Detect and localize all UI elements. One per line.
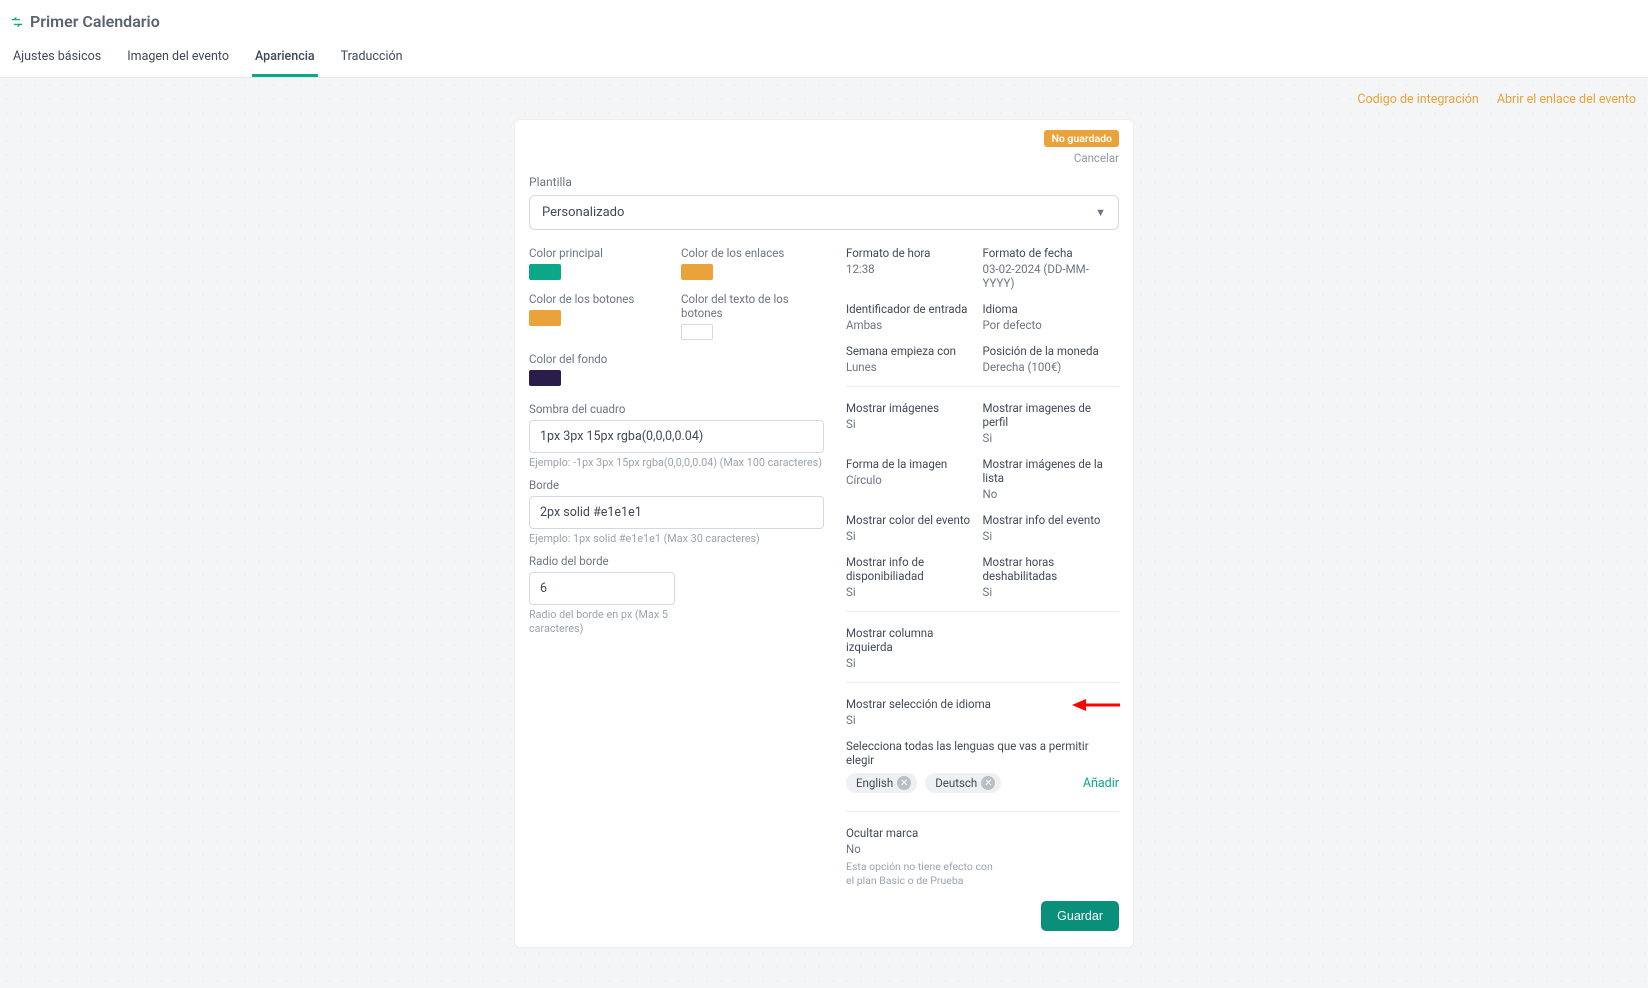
language-chip: Deutsch ✕ — [925, 773, 1001, 793]
divider — [846, 811, 1119, 812]
show-images-setting[interactable]: Mostrar imágenes Si — [846, 401, 983, 445]
box-shadow-helper: Ejemplo: -1px 3px 15px rgba(0,0,0,0.04) … — [529, 456, 824, 470]
cancel-link[interactable]: Cancelar — [529, 151, 1119, 165]
color-main-label: Color principal — [529, 246, 659, 260]
language-chip-label: English — [856, 776, 893, 790]
show-left-col-setting[interactable]: Mostrar columna izquierda Si — [846, 626, 983, 670]
workspace: Codigo de integración Abrir el enlace de… — [0, 78, 1648, 988]
color-links-swatch[interactable] — [681, 264, 713, 280]
template-select[interactable]: Personalizado ▼ — [529, 195, 1119, 230]
save-button[interactable]: Guardar — [1041, 901, 1119, 931]
template-value: Personalizado — [542, 205, 624, 220]
divider — [846, 611, 1119, 612]
page-header: Primer Calendario Ajustes básicos Imagen … — [0, 0, 1648, 78]
border-input[interactable] — [529, 496, 824, 529]
tab-0[interactable]: Ajustes básicos — [10, 41, 104, 77]
divider — [846, 386, 1119, 387]
integration-code-link[interactable]: Codigo de integración — [1357, 92, 1478, 107]
color-bg-swatch[interactable] — [529, 370, 561, 386]
right-column: Formato de hora 12:38 Formato de fecha 0… — [846, 246, 1119, 931]
color-links-label: Color de los enlaces — [681, 246, 811, 260]
remove-language-icon[interactable]: ✕ — [981, 776, 995, 790]
show-list-img-setting[interactable]: Mostrar imágenes de la lista No — [983, 457, 1120, 501]
tab-1[interactable]: Imagen del evento — [124, 41, 232, 77]
divider — [846, 682, 1119, 683]
language-chip-label: Deutsch — [935, 776, 977, 790]
tab-2[interactable]: Apariencia — [252, 41, 318, 77]
remove-language-icon[interactable]: ✕ — [897, 776, 911, 790]
show-avail-info-setting[interactable]: Mostrar info de disponibiliadad Si — [846, 555, 983, 599]
show-lang-sel-setting[interactable]: Mostrar selección de idioma Si — [846, 697, 1119, 727]
swap-icon — [10, 15, 24, 29]
color-bg-label: Color del fondo — [529, 352, 659, 366]
hide-brand-hint: Esta opción no tiene efecto con el plan … — [846, 860, 996, 887]
box-shadow-label: Sombra del cuadro — [529, 402, 824, 416]
color-main-swatch[interactable] — [529, 264, 561, 280]
color-buttons-label: Color de los botones — [529, 292, 659, 306]
box-shadow-input[interactable] — [529, 420, 824, 453]
week-start-setting[interactable]: Semana empieza con Lunes — [846, 344, 983, 374]
tabs: Ajustes básicos Imagen del evento Aparienc… — [10, 41, 1632, 77]
left-column: Color principal Color de los enlaces Col… — [529, 246, 824, 931]
border-label: Borde — [529, 478, 824, 492]
lang-prompt: Selecciona todas las lenguas que vas a p… — [846, 739, 1119, 767]
language-chips-row: English ✕ Deutsch ✕ Añadir — [846, 773, 1119, 793]
color-button-text-swatch[interactable] — [681, 324, 713, 340]
unsaved-badge: No guardado — [1044, 130, 1119, 147]
top-links: Codigo de integración Abrir el enlace de… — [0, 92, 1648, 107]
language-setting[interactable]: Idioma Por defecto — [983, 302, 1120, 332]
language-chip: English ✕ — [846, 773, 917, 793]
show-event-color-setting[interactable]: Mostrar color del evento Si — [846, 513, 983, 543]
radius-helper: Radio del borde en px (Max 5 caracteres) — [529, 608, 675, 636]
add-language-link[interactable]: Añadir — [1083, 776, 1119, 791]
chevron-down-icon: ▼ — [1095, 206, 1106, 219]
border-helper: Ejemplo: 1px solid #e1e1e1 (Max 30 carac… — [529, 532, 824, 546]
page-title: Primer Calendario — [30, 12, 160, 31]
show-event-info-setting[interactable]: Mostrar info del evento Si — [983, 513, 1120, 543]
time-format-setting[interactable]: Formato de hora 12:38 — [846, 246, 983, 290]
appearance-card: No guardado Cancelar Plantilla Personali… — [514, 119, 1134, 948]
color-buttons-swatch[interactable] — [529, 310, 561, 326]
tab-3[interactable]: Traducción — [338, 41, 406, 77]
template-label: Plantilla — [529, 175, 1119, 189]
color-button-text-label: Color del texto de los botones — [681, 292, 811, 320]
show-profile-setting[interactable]: Mostrar imagenes de perfil Si — [983, 401, 1120, 445]
currency-pos-setting[interactable]: Posición de la moneda Derecha (100€) — [983, 344, 1120, 374]
entry-id-setting[interactable]: Identificador de entrada Ambas — [846, 302, 983, 332]
image-shape-setting[interactable]: Forma de la imagen Círculo — [846, 457, 983, 501]
radius-label: Radio del borde — [529, 554, 824, 568]
show-disabled-hours-setting[interactable]: Mostrar horas deshabilitadas Si — [983, 555, 1120, 599]
radius-input[interactable] — [529, 572, 675, 605]
open-event-link[interactable]: Abrir el enlace del evento — [1497, 92, 1636, 107]
hide-brand-setting[interactable]: Ocultar marca No Esta opción no tiene ef… — [846, 826, 1119, 887]
date-format-setting[interactable]: Formato de fecha 03-02-2024 (DD-MM-YYYY) — [983, 246, 1120, 290]
